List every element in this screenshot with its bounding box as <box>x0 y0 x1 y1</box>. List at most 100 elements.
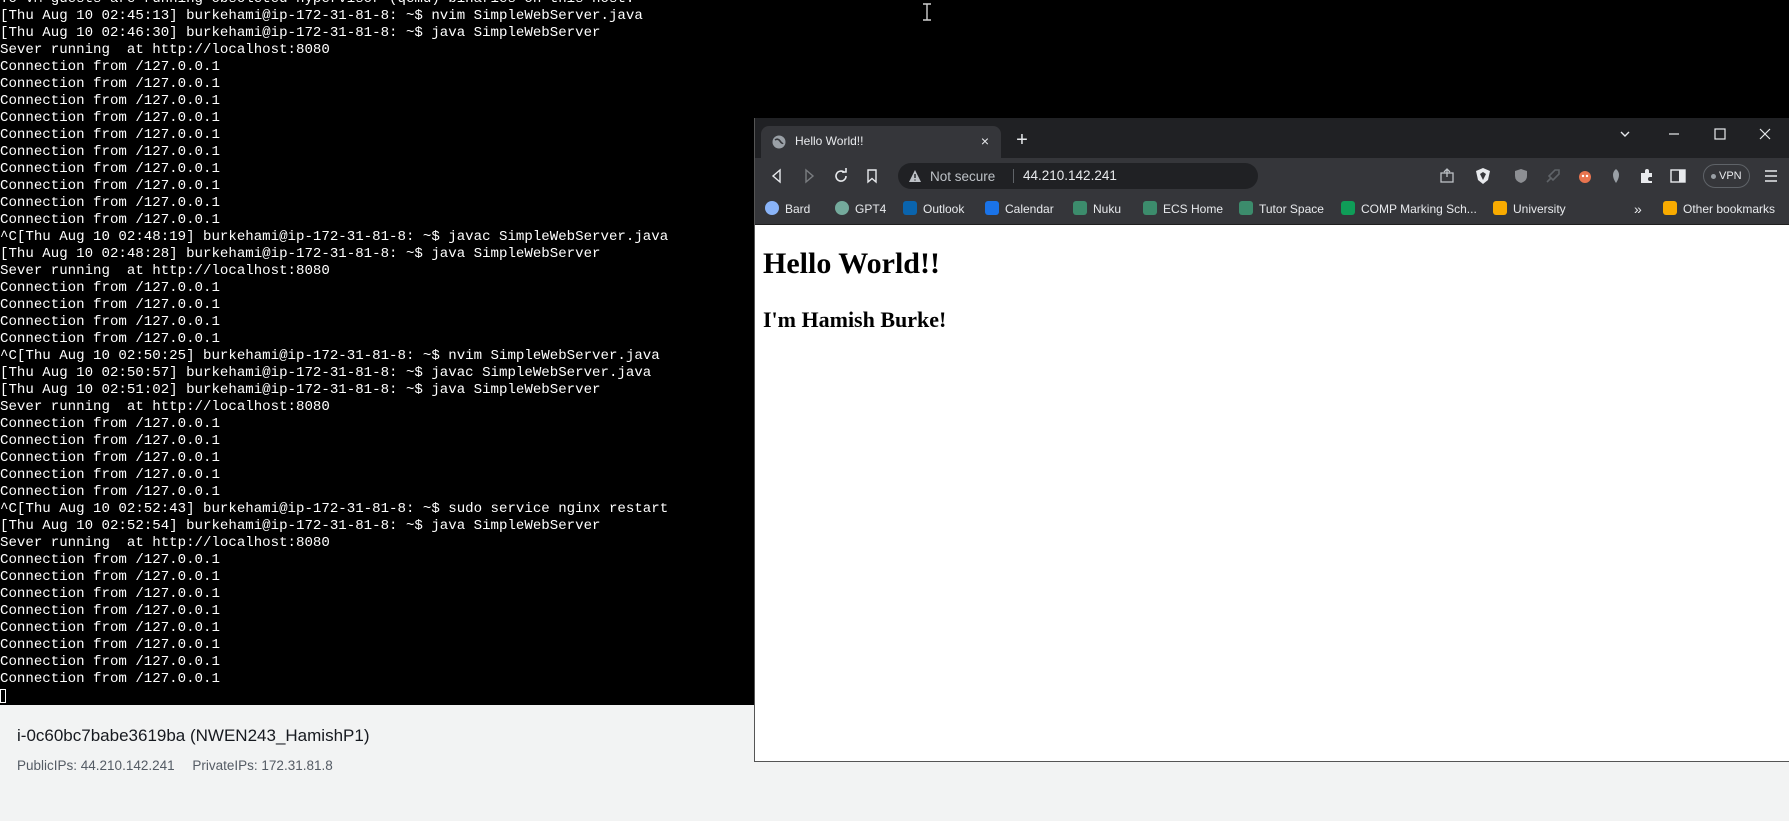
page-heading: Hello World!! <box>763 247 940 280</box>
terminal-line: Connection from /127.0.0.1 <box>0 603 220 619</box>
tab-search-icon[interactable] <box>1615 124 1635 144</box>
bookmark-label: COMP Marking Sch... <box>1361 202 1477 216</box>
bookmark-label: University <box>1513 202 1566 216</box>
terminal-line: To VM guests are running obsoleted hyper… <box>0 0 668 8</box>
terminal-line: Sever running at http://localhost:8080 <box>0 399 330 415</box>
tab-title: Hello World!! <box>795 134 864 148</box>
browser-window[interactable]: Hello World!! × + Not secure 44.210.142.… <box>754 118 1789 762</box>
bookmark-university[interactable]: University <box>1493 199 1566 219</box>
terminal-line: Connection from /127.0.0.1 <box>0 161 220 177</box>
terminal-line: [Thu Aug 10 02:50:57] burkehami@ip-172-3… <box>0 365 652 381</box>
address-bar[interactable]: Not secure 44.210.142.241 <box>898 163 1258 189</box>
terminal-line: Connection from /127.0.0.1 <box>0 331 220 347</box>
other-bookmarks[interactable]: Other bookmarks <box>1663 199 1775 219</box>
text-cursor-icon <box>923 3 931 21</box>
terminal-line: [Thu Aug 10 02:46:30] burkehami@ip-172-3… <box>0 25 601 41</box>
folder-icon <box>1663 201 1677 215</box>
terminal-line: Sever running at http://localhost:8080 <box>0 535 330 551</box>
terminal-line: Connection from /127.0.0.1 <box>0 280 220 296</box>
vpn-status-dot <box>1711 173 1716 179</box>
extension-fox-icon[interactable] <box>1575 166 1595 186</box>
not-secure-label[interactable]: Not secure <box>930 169 995 184</box>
terminal-line: Connection from /127.0.0.1 <box>0 178 220 194</box>
terminal-line: Connection from /127.0.0.1 <box>0 569 220 585</box>
terminal-line: Connection from /127.0.0.1 <box>0 195 220 211</box>
terminal-line: Connection from /127.0.0.1 <box>0 484 220 500</box>
url-text[interactable]: 44.210.142.241 <box>1023 168 1117 183</box>
terminal-line: Connection from /127.0.0.1 <box>0 144 220 160</box>
bookmark-gpt4[interactable]: GPT4 <box>835 199 886 219</box>
terminal-line: [Thu Aug 10 02:51:02] burkehami@ip-172-3… <box>0 382 601 398</box>
close-window-icon[interactable] <box>1755 124 1775 144</box>
page-content: Hello World!! I'm Hamish Burke! <box>755 225 1789 755</box>
extension-leaf-icon[interactable] <box>1606 166 1626 186</box>
browser-toolbar: Not secure 44.210.142.241 VPN <box>755 158 1789 194</box>
page-subheading: I'm Hamish Burke! <box>763 307 947 332</box>
bookmarks-overflow-button[interactable]: » <box>1634 199 1642 219</box>
vpn-button[interactable]: VPN <box>1703 164 1750 188</box>
new-tab-button[interactable]: + <box>1011 130 1033 152</box>
bookmark-tutor-space[interactable]: Tutor Space <box>1239 199 1324 219</box>
instance-title: i-0c60bc7babe3619ba (NWEN243_HamishP1) <box>17 726 370 745</box>
back-icon[interactable] <box>767 166 787 186</box>
terminal-line: Connection from /127.0.0.1 <box>0 110 220 126</box>
terminal-line: Connection from /127.0.0.1 <box>0 671 220 687</box>
tutor-icon <box>1239 201 1253 215</box>
bookmark-comp-marking[interactable]: COMP Marking Sch... <box>1341 199 1477 219</box>
private-ips: PrivateIPs: 172.31.81.8 <box>192 758 333 773</box>
puzzle-icon[interactable] <box>1637 166 1657 186</box>
menu-icon[interactable] <box>1761 166 1781 186</box>
bookmark-label: Tutor Space <box>1259 202 1324 216</box>
terminal-line: Connection from /127.0.0.1 <box>0 450 220 466</box>
bookmark-nuku[interactable]: Nuku <box>1073 199 1121 219</box>
extension-shield-icon[interactable] <box>1511 166 1531 186</box>
terminal-line: ^C[Thu Aug 10 02:50:25] burkehami@ip-172… <box>0 348 660 364</box>
terminal-line: ^C[Thu Aug 10 02:52:43] burkehami@ip-172… <box>0 501 669 517</box>
folder-icon <box>1493 201 1507 215</box>
bookmark-label: GPT4 <box>855 202 887 216</box>
bookmark-bard[interactable]: Bard <box>765 199 810 219</box>
terminal-line: Connection from /127.0.0.1 <box>0 416 220 432</box>
bookmark-label: Outlook <box>923 202 965 216</box>
terminal-line: Connection from /127.0.0.1 <box>0 93 220 109</box>
minimize-icon[interactable] <box>1664 124 1684 144</box>
bard-icon <box>765 201 779 215</box>
rocket-icon[interactable] <box>1543 166 1563 186</box>
brave-shields-icon[interactable] <box>1473 166 1493 186</box>
bookmark-ecs-home[interactable]: ECS Home <box>1143 199 1223 219</box>
bookmark-label: Calendar <box>1005 202 1054 216</box>
terminal-line: Connection from /127.0.0.1 <box>0 620 220 636</box>
bookmark-calendar[interactable]: Calendar <box>985 199 1054 219</box>
share-icon[interactable] <box>1437 166 1457 186</box>
tab-close-icon[interactable]: × <box>977 133 993 149</box>
terminal-line: [Thu Aug 10 02:48:28] burkehami@ip-172-3… <box>0 246 601 262</box>
terminal-line: Sever running at http://localhost:8080 <box>0 263 330 279</box>
bookmark-label: ECS Home <box>1163 202 1224 216</box>
public-ips: PublicIPs: 44.210.142.241 <box>17 758 175 773</box>
sidebar-icon[interactable] <box>1668 166 1688 186</box>
terminal-line: Sever running at http://localhost:8080 <box>0 42 330 58</box>
maximize-icon[interactable] <box>1710 124 1730 144</box>
bookmarks-bar: Bard GPT4 Outlook Calendar Nuku ECS Home… <box>755 194 1789 225</box>
terminal-line: Connection from /127.0.0.1 <box>0 127 220 143</box>
terminal-cursor <box>0 689 6 703</box>
bookmark-outlook[interactable]: Outlook <box>903 199 964 219</box>
other-bookmarks-label: Other bookmarks <box>1683 202 1776 216</box>
nuku-icon <box>1073 201 1087 215</box>
terminal-line: [Thu Aug 10 02:52:54] burkehami@ip-172-3… <box>0 518 601 534</box>
instance-ip-row: PublicIPs: 44.210.142.241 PrivateIPs: 17… <box>17 758 347 773</box>
gpt-icon <box>835 201 849 215</box>
terminal-line: Connection from /127.0.0.1 <box>0 76 220 92</box>
terminal-line: Connection from /127.0.0.1 <box>0 314 220 330</box>
forward-icon[interactable] <box>799 166 819 186</box>
bookmark-icon[interactable] <box>862 166 882 186</box>
tab-hello-world[interactable]: Hello World!! × <box>761 126 1001 158</box>
terminal-line: Connection from /127.0.0.1 <box>0 59 220 75</box>
terminal-line: ^C[Thu Aug 10 02:48:19] burkehami@ip-172… <box>0 229 669 245</box>
tab-strip: Hello World!! × + <box>755 118 1789 158</box>
sheets-icon <box>1341 201 1355 215</box>
terminal-line: [Thu Aug 10 02:45:13] burkehami@ip-172-3… <box>0 8 643 24</box>
terminal-line: Connection from /127.0.0.1 <box>0 552 220 568</box>
terminal-line: Connection from /127.0.0.1 <box>0 654 220 670</box>
reload-icon[interactable] <box>831 166 851 186</box>
